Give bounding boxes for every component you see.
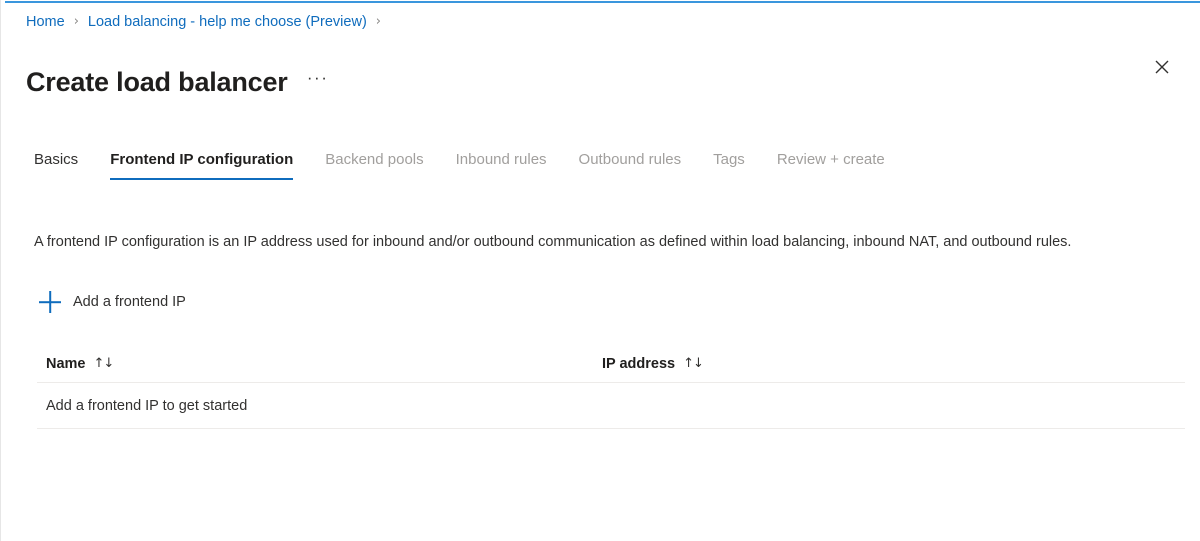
sort-arrows-icon: ↑↓ [683, 356, 704, 371]
tab-backend-pools[interactable]: Backend pools [325, 150, 423, 180]
column-header-ip-address[interactable]: IP address ↑↓ [600, 356, 1185, 372]
table-empty-message: Add a frontend IP to get started [46, 397, 248, 414]
chevron-right-icon-trailing: › [375, 14, 381, 29]
more-commands-button[interactable]: ··· [304, 68, 332, 96]
breadcrumb-item-home[interactable]: Home [26, 13, 65, 31]
column-header-name[interactable]: Name ↑↓ [37, 356, 600, 372]
tab-tags[interactable]: Tags [713, 150, 745, 180]
blade-top-accent-bar [5, 1, 1200, 3]
add-frontend-ip-button[interactable]: Add a frontend IP [39, 288, 192, 316]
table-header-row: Name ↑↓ IP address ↑↓ [37, 345, 1185, 383]
close-button[interactable] [1147, 52, 1177, 82]
breadcrumb: Home › Load balancing - help me choose (… [26, 13, 390, 31]
tab-basics[interactable]: Basics [34, 150, 78, 180]
frontend-ip-table: Name ↑↓ IP address ↑↓ Add a frontend IP … [37, 345, 1185, 429]
section-description: A frontend IP configuration is an IP add… [34, 233, 1072, 250]
wizard-tabs: Basics Frontend IP configuration Backend… [34, 150, 917, 180]
tab-outbound-rules[interactable]: Outbound rules [579, 150, 682, 180]
tab-review-create[interactable]: Review + create [777, 150, 885, 180]
page-title: Create load balancer [26, 67, 288, 98]
tab-inbound-rules[interactable]: Inbound rules [456, 150, 547, 180]
plus-icon [39, 291, 61, 313]
close-icon [1155, 60, 1169, 74]
add-frontend-ip-label: Add a frontend IP [73, 294, 186, 310]
title-row: Create load balancer ··· [26, 46, 332, 118]
breadcrumb-item-load-balancing[interactable]: Load balancing - help me choose (Preview… [88, 13, 367, 31]
table-empty-row: Add a frontend IP to get started [37, 383, 1185, 429]
column-header-name-label: Name [46, 355, 86, 372]
chevron-right-icon: › [73, 14, 79, 29]
sort-arrows-icon: ↑↓ [93, 356, 115, 371]
create-load-balancer-blade: Home › Load balancing - help me choose (… [0, 0, 1200, 541]
tab-frontend-ip-configuration[interactable]: Frontend IP configuration [110, 150, 294, 180]
column-header-ip-address-label: IP address [602, 355, 676, 372]
